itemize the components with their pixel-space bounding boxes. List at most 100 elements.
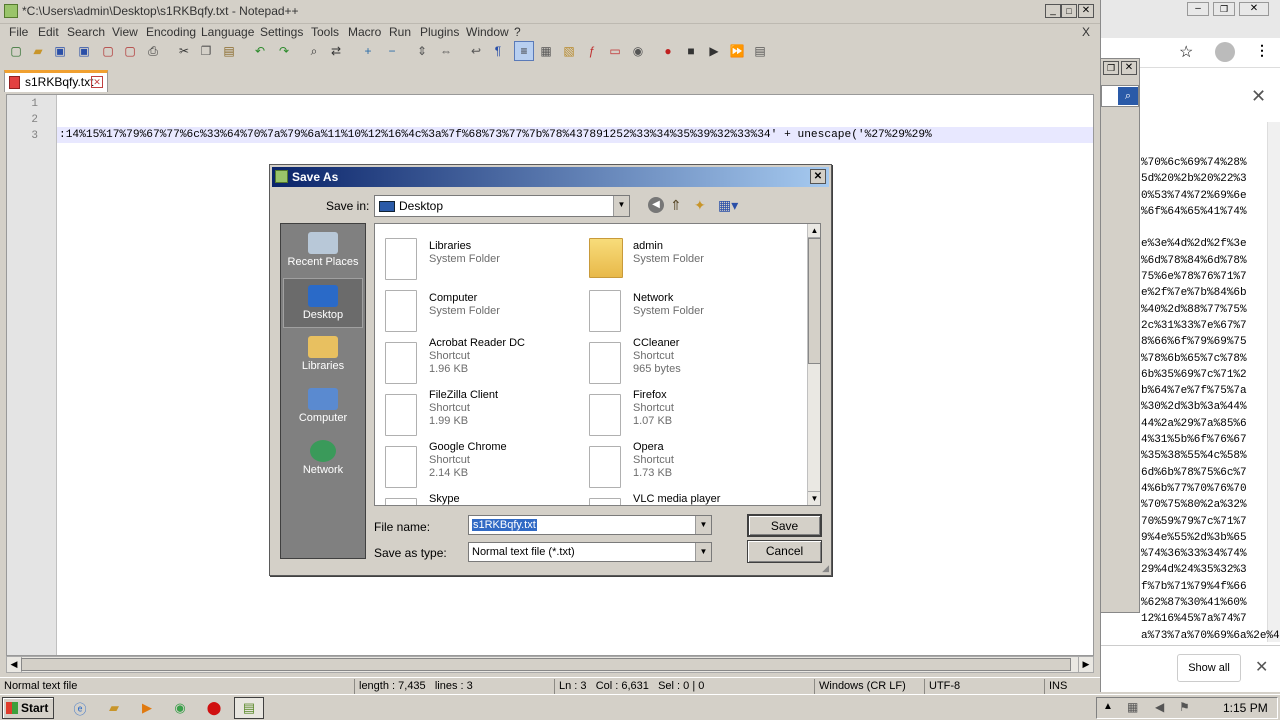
file-list-scrollbar[interactable]: ▲ ▼ [807, 224, 820, 505]
scroll-thumb[interactable] [808, 238, 820, 364]
save-all-icon[interactable]: ▣ [74, 41, 94, 61]
volume-icon[interactable]: ◀ [1155, 700, 1164, 714]
place-computer[interactable]: Computer [283, 382, 363, 432]
open-file-icon[interactable]: ▰ [28, 41, 48, 61]
paste-icon[interactable]: ▤ [219, 41, 239, 61]
file-item[interactable]: Network System Folder [579, 282, 779, 334]
menu-plugins[interactable]: Plugins [420, 25, 459, 39]
panel-restore-icon[interactable]: ❐ [1103, 61, 1119, 75]
monitor-icon[interactable]: ◉ [628, 41, 648, 61]
close-file-icon[interactable]: ▢ [98, 41, 118, 61]
zoom-in-icon[interactable]: + [358, 41, 378, 61]
chrome-restore-icon[interactable]: ❐ [1213, 2, 1235, 16]
media-player-icon[interactable]: ▶ [133, 697, 161, 719]
menu-language[interactable]: Language [201, 25, 254, 39]
panel-search-icon[interactable]: ⌕ [1118, 87, 1138, 105]
sync-v-icon[interactable]: ⇕ [412, 41, 432, 61]
menu-macro[interactable]: Macro [348, 25, 381, 39]
up-folder-icon[interactable]: ⇑ [670, 197, 682, 214]
tray-expand-icon[interactable]: ▲ [1103, 701, 1113, 712]
menu-settings[interactable]: Settings [260, 25, 303, 39]
file-name-input[interactable]: s1RKBqfy.txt ▼ [468, 515, 712, 535]
menu-help[interactable]: ? [514, 25, 521, 39]
doc-map-icon[interactable]: ▧ [559, 41, 579, 61]
cancel-button[interactable]: Cancel [747, 540, 822, 563]
redo-icon[interactable]: ↷ [274, 41, 294, 61]
chevron-down-icon[interactable]: ▼ [695, 543, 711, 561]
word-wrap-icon[interactable]: ↩ [466, 41, 486, 61]
resize-grip-icon[interactable]: ◢ [822, 563, 829, 574]
scroll-thumb[interactable] [21, 658, 1071, 671]
save-macro-icon[interactable]: ▤ [750, 41, 770, 61]
file-item[interactable]: VLC media player [579, 490, 779, 505]
folder-workspace-icon[interactable]: ▭ [605, 41, 625, 61]
save-icon[interactable]: ▣ [50, 41, 70, 61]
new-folder-icon[interactable]: ✦ [694, 197, 706, 214]
explorer-icon[interactable]: ▰ [100, 697, 128, 719]
cut-icon[interactable]: ✂ [174, 41, 194, 61]
chrome-icon[interactable]: ◉ [166, 697, 194, 719]
npp-maximize-icon[interactable]: □ [1061, 4, 1077, 18]
npp-minimize-icon[interactable]: _ [1045, 4, 1061, 18]
show-all-chars-icon[interactable]: ¶ [488, 41, 508, 61]
indent-guide-icon[interactable]: ≡ [514, 41, 534, 61]
stop-macro-icon[interactable]: ■ [681, 41, 701, 61]
notepadpp-task-icon[interactable]: ▤ [234, 697, 264, 719]
chrome-minimize-icon[interactable]: – [1187, 2, 1209, 16]
file-list[interactable]: Libraries System Folder admin System Fol… [374, 223, 821, 506]
scroll-up-icon[interactable]: ▲ [808, 224, 820, 238]
panel-close-x-icon[interactable]: ✕ [1121, 61, 1137, 75]
record-macro-icon[interactable]: ● [658, 41, 678, 61]
file-item[interactable]: Skype [375, 490, 575, 505]
ie-icon[interactable]: ⓔ [66, 697, 94, 719]
place-network[interactable]: Network [283, 434, 363, 484]
copy-icon[interactable]: ❐ [196, 41, 216, 61]
start-button[interactable]: Start [2, 697, 54, 719]
back-icon[interactable]: ◀ [648, 197, 664, 213]
menu-search[interactable]: Search [67, 25, 105, 39]
file-item[interactable]: Libraries System Folder [375, 230, 575, 282]
undo-icon[interactable]: ↶ [250, 41, 270, 61]
zoom-out-icon[interactable]: − [382, 41, 402, 61]
network-tray-icon[interactable]: ▦ [1127, 700, 1138, 714]
scroll-down-icon[interactable]: ▼ [808, 491, 820, 505]
horizontal-scrollbar[interactable]: ◀ ▶ [6, 656, 1094, 673]
flag-icon[interactable]: ⚑ [1179, 700, 1190, 714]
place-recent[interactable]: Recent Places [283, 226, 363, 276]
menu-tools[interactable]: Tools [311, 25, 339, 39]
place-desktop[interactable]: Desktop [283, 278, 363, 328]
find-icon[interactable]: ⌕ [304, 41, 324, 61]
replace-icon[interactable]: ⇄ [326, 41, 346, 61]
bookmark-star-icon[interactable]: ☆ [1179, 42, 1193, 62]
chevron-down-icon[interactable]: ▼ [695, 516, 711, 534]
npp-doc-close-x[interactable]: X [1082, 25, 1090, 39]
menu-encoding[interactable]: Encoding [146, 25, 196, 39]
close-all-icon[interactable]: ▢ [120, 41, 140, 61]
udl-icon[interactable]: ▦ [536, 41, 556, 61]
panel-search-field[interactable]: ⌕ [1101, 85, 1139, 107]
print-icon[interactable]: ⎙ [143, 41, 163, 61]
chrome-close-icon[interactable]: ✕ [1239, 2, 1269, 16]
menu-edit[interactable]: Edit [38, 25, 59, 39]
new-file-icon[interactable]: ▢ [6, 41, 26, 61]
dialog-close-icon[interactable]: ✕ [810, 169, 826, 184]
save-as-type-select[interactable]: Normal text file (*.txt) ▼ [468, 542, 712, 562]
tab-s1rkbqfy[interactable]: s1RKBqfy.txt ✕ [4, 70, 108, 92]
sync-h-icon[interactable]: ⇔ [436, 41, 456, 61]
file-item[interactable]: CCleaner Shortcut 965 bytes [579, 334, 779, 386]
menu-window[interactable]: Window [466, 25, 509, 39]
file-item[interactable]: FileZilla Client Shortcut 1.99 KB [375, 386, 575, 438]
npp-close-icon[interactable]: ✕ [1078, 4, 1094, 18]
menu-file[interactable]: File [9, 25, 28, 39]
file-item[interactable]: Firefox Shortcut 1.07 KB [579, 386, 779, 438]
file-item[interactable]: Opera Shortcut 1.73 KB [579, 438, 779, 490]
code-line-3[interactable]: :14%15%17%79%67%77%6c%33%64%70%7a%79%6a%… [57, 127, 1093, 143]
run-macro-multiple-icon[interactable]: ⏩ [727, 41, 747, 61]
show-all-button[interactable]: Show all [1177, 654, 1241, 682]
scroll-left-icon[interactable]: ◀ [7, 657, 22, 672]
chrome-menu-icon[interactable]: ⋮ [1255, 42, 1269, 59]
save-in-combo[interactable]: Desktop ▼ [374, 195, 630, 217]
function-list-icon[interactable]: ƒ [582, 41, 602, 61]
profile-avatar-icon[interactable] [1215, 42, 1235, 62]
view-menu-icon[interactable]: ▦▾ [718, 197, 738, 214]
